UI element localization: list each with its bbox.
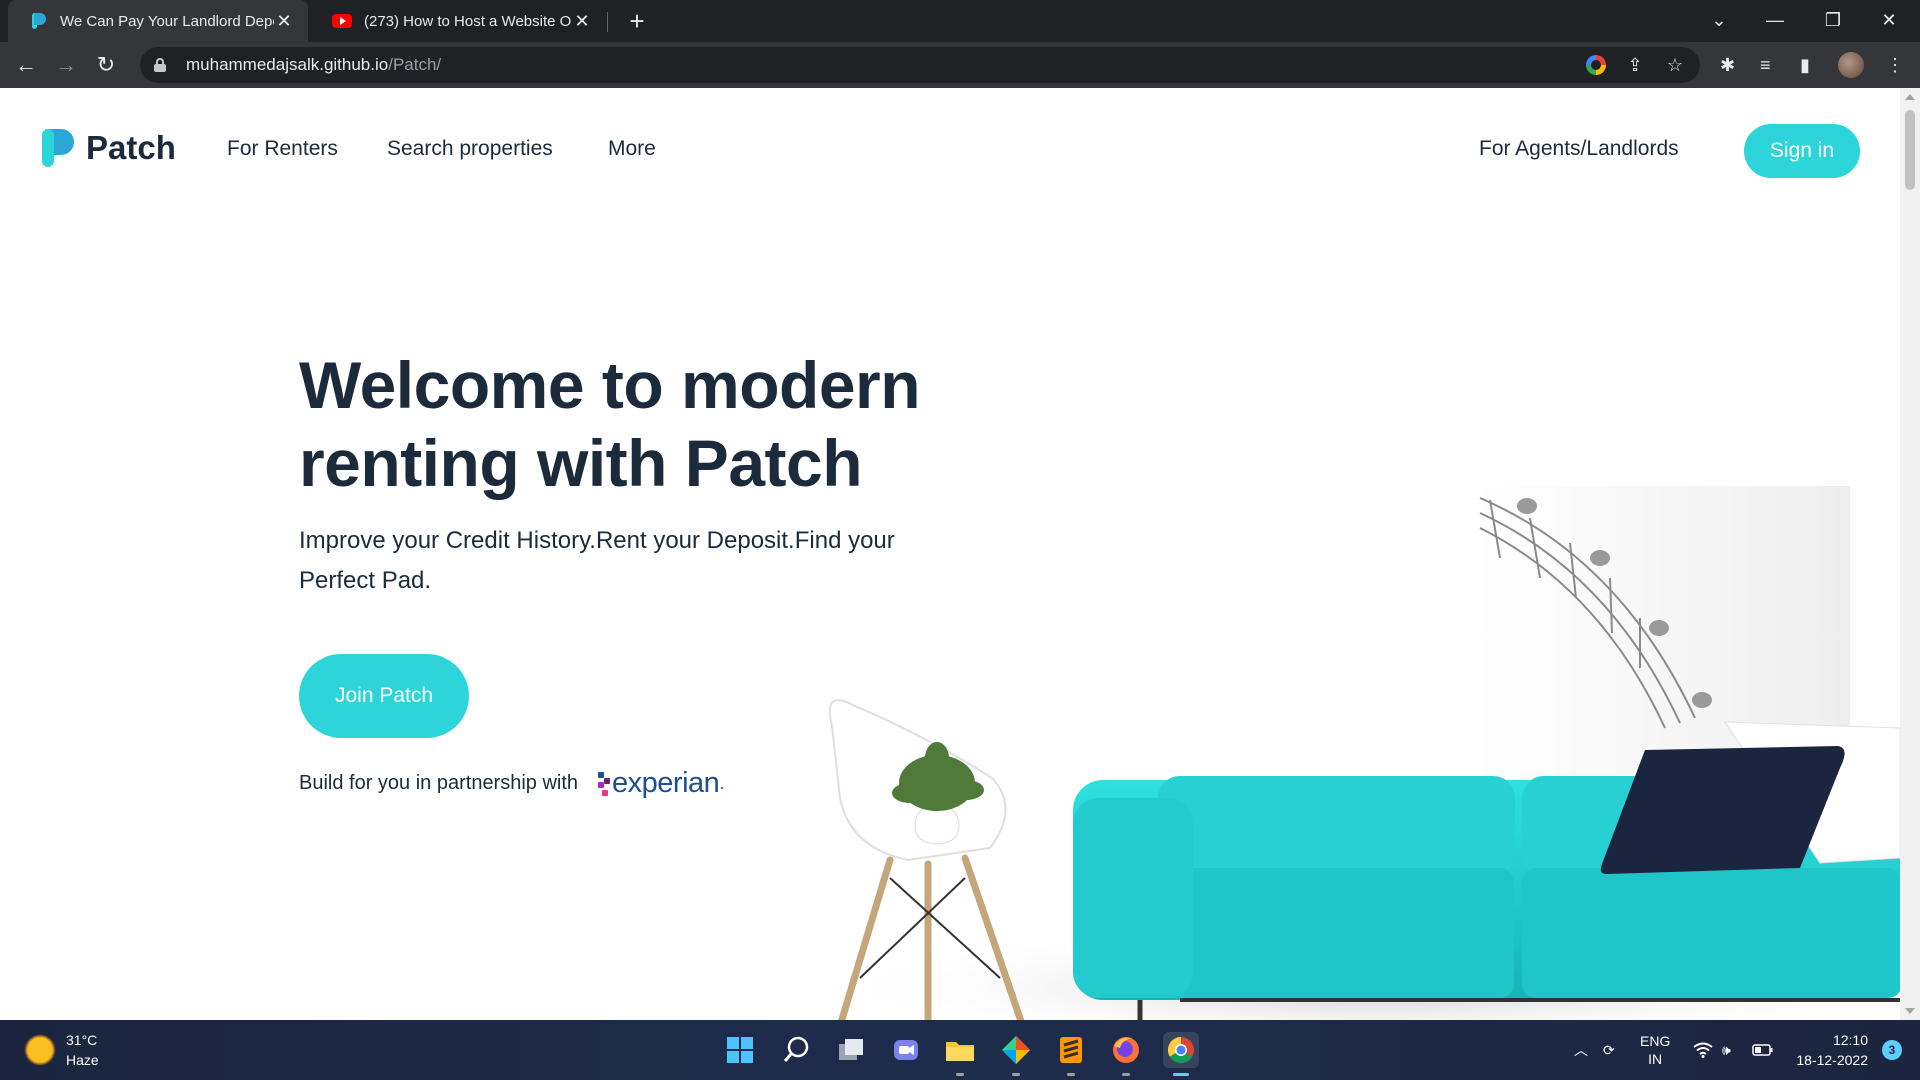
clock-time: 12:10 [1832, 1032, 1868, 1048]
restore-button[interactable]: ❐ [1806, 0, 1860, 42]
experian-wordmark: experian [612, 767, 720, 799]
weather-condition: Haze [66, 1052, 99, 1068]
site-header: Patch For Renters Search properties More… [0, 88, 1900, 214]
back-button[interactable]: ← [10, 49, 42, 81]
weather-widget[interactable]: 31°C Haze [24, 1030, 99, 1070]
sublime-text-icon[interactable] [1053, 1032, 1089, 1076]
tab-search-icon[interactable]: ⌄ [1692, 0, 1746, 42]
patch-favicon-icon [30, 12, 48, 30]
lock-icon[interactable] [154, 58, 166, 72]
close-window-button[interactable]: ✕ [1862, 0, 1916, 42]
experian-period: . [719, 772, 725, 794]
partnership-text: Build for you in partnership with [299, 772, 579, 794]
sign-in-button[interactable]: Sign in [1744, 124, 1860, 178]
partnership-line: Build for you in partnership with experi… [299, 767, 725, 800]
tab-title: We Can Pay Your Landlord Depo [60, 12, 274, 30]
page-scrollbar[interactable] [1900, 88, 1920, 1020]
firefox-icon[interactable] [1108, 1032, 1144, 1076]
language-indicator[interactable]: ENG IN [1640, 1020, 1670, 1080]
page-viewport: Patch For Renters Search properties More… [0, 88, 1900, 1020]
nav-for-renters[interactable]: For Renters [227, 137, 338, 161]
youtube-favicon-icon [332, 14, 352, 28]
app-icon-colorful[interactable] [998, 1032, 1034, 1076]
battery-icon[interactable] [1752, 1020, 1774, 1080]
experian-dots-icon [596, 770, 611, 798]
share-icon[interactable]: ⇪ [1624, 54, 1646, 76]
weather-temp: 31°C [66, 1032, 98, 1048]
show-hidden-icons-chevron-icon[interactable]: ︿ [1574, 1020, 1588, 1080]
extensions-icon[interactable]: ✱ [1720, 50, 1735, 80]
file-explorer-icon[interactable] [942, 1032, 978, 1076]
side-panel-icon[interactable]: ▮ [1800, 50, 1810, 80]
language-code: ENG [1640, 1033, 1671, 1049]
browser-tab-bar: We Can Pay Your Landlord Depo ✕ (273) Ho… [0, 0, 1920, 42]
new-tab-button[interactable]: + [622, 6, 652, 36]
address-bar[interactable]: muhammedajsalk.github.io/Patch/ ⇪ ☆ [140, 47, 1700, 83]
menu-kebab-icon[interactable]: ⋮ [1886, 50, 1904, 80]
close-tab-icon[interactable]: ✕ [572, 11, 592, 32]
tab-divider [607, 12, 608, 32]
search-icon[interactable] [778, 1032, 814, 1068]
region-code: IN [1648, 1051, 1663, 1067]
volume-icon[interactable]: 🕪 [1722, 1020, 1731, 1080]
brand-name: Patch [86, 129, 176, 166]
chrome-icon[interactable] [1163, 1032, 1199, 1076]
tab-patch[interactable]: We Can Pay Your Landlord Depo ✕ [8, 0, 308, 42]
task-view-icon[interactable] [833, 1032, 869, 1068]
wifi-icon[interactable] [1693, 1020, 1713, 1080]
url-host: muhammedajsalk.github.io [186, 55, 389, 74]
sync-status-icon[interactable]: ⟳ [1603, 1020, 1615, 1080]
google-lens-icon[interactable] [1586, 55, 1606, 75]
scroll-down-arrow-icon[interactable] [1905, 1008, 1915, 1014]
tab-youtube[interactable]: (273) How to Host a Website On ✕ [310, 0, 606, 42]
url-path: /Patch/ [388, 55, 442, 74]
hero-image-sofa-chair [820, 486, 1900, 1020]
join-patch-button[interactable]: Join Patch [299, 654, 469, 738]
clock-date: 18-12-2022 [1796, 1052, 1868, 1068]
nav-search-properties[interactable]: Search properties [387, 137, 553, 161]
system-clock[interactable]: 12:10 18-12-2022 [1796, 1030, 1868, 1070]
experian-logo: experian. [596, 767, 725, 800]
nav-agents-landlords[interactable]: For Agents/Landlords [1479, 137, 1679, 161]
browser-toolbar: ← → ↻ muhammedajsalk.github.io/Patch/ ⇪ … [0, 42, 1920, 88]
patch-logo[interactable]: Patch [40, 129, 176, 167]
media-control-icon[interactable]: ≡ [1760, 50, 1771, 80]
windows-taskbar: 31°C Haze ︿ ⟳ ENG IN 🕪 12:10 18-12-2022 … [0, 1020, 1920, 1080]
profile-avatar[interactable] [1838, 50, 1864, 80]
bookmark-star-icon[interactable]: ☆ [1664, 54, 1686, 76]
minimize-button[interactable]: — [1748, 0, 1802, 42]
tab-title: (273) How to Host a Website On [364, 12, 572, 30]
scroll-up-arrow-icon[interactable] [1905, 94, 1915, 100]
notification-badge[interactable]: 3 [1882, 1040, 1902, 1060]
start-button[interactable] [722, 1032, 758, 1068]
haze-weather-icon [24, 1034, 56, 1066]
nav-more[interactable]: More [608, 137, 656, 161]
forward-button[interactable]: → [50, 49, 82, 81]
close-tab-icon[interactable]: ✕ [274, 11, 294, 32]
scroll-thumb[interactable] [1905, 110, 1915, 190]
reload-button[interactable]: ↻ [90, 49, 122, 81]
teams-chat-icon[interactable] [888, 1032, 924, 1068]
patch-logo-icon [40, 129, 74, 167]
